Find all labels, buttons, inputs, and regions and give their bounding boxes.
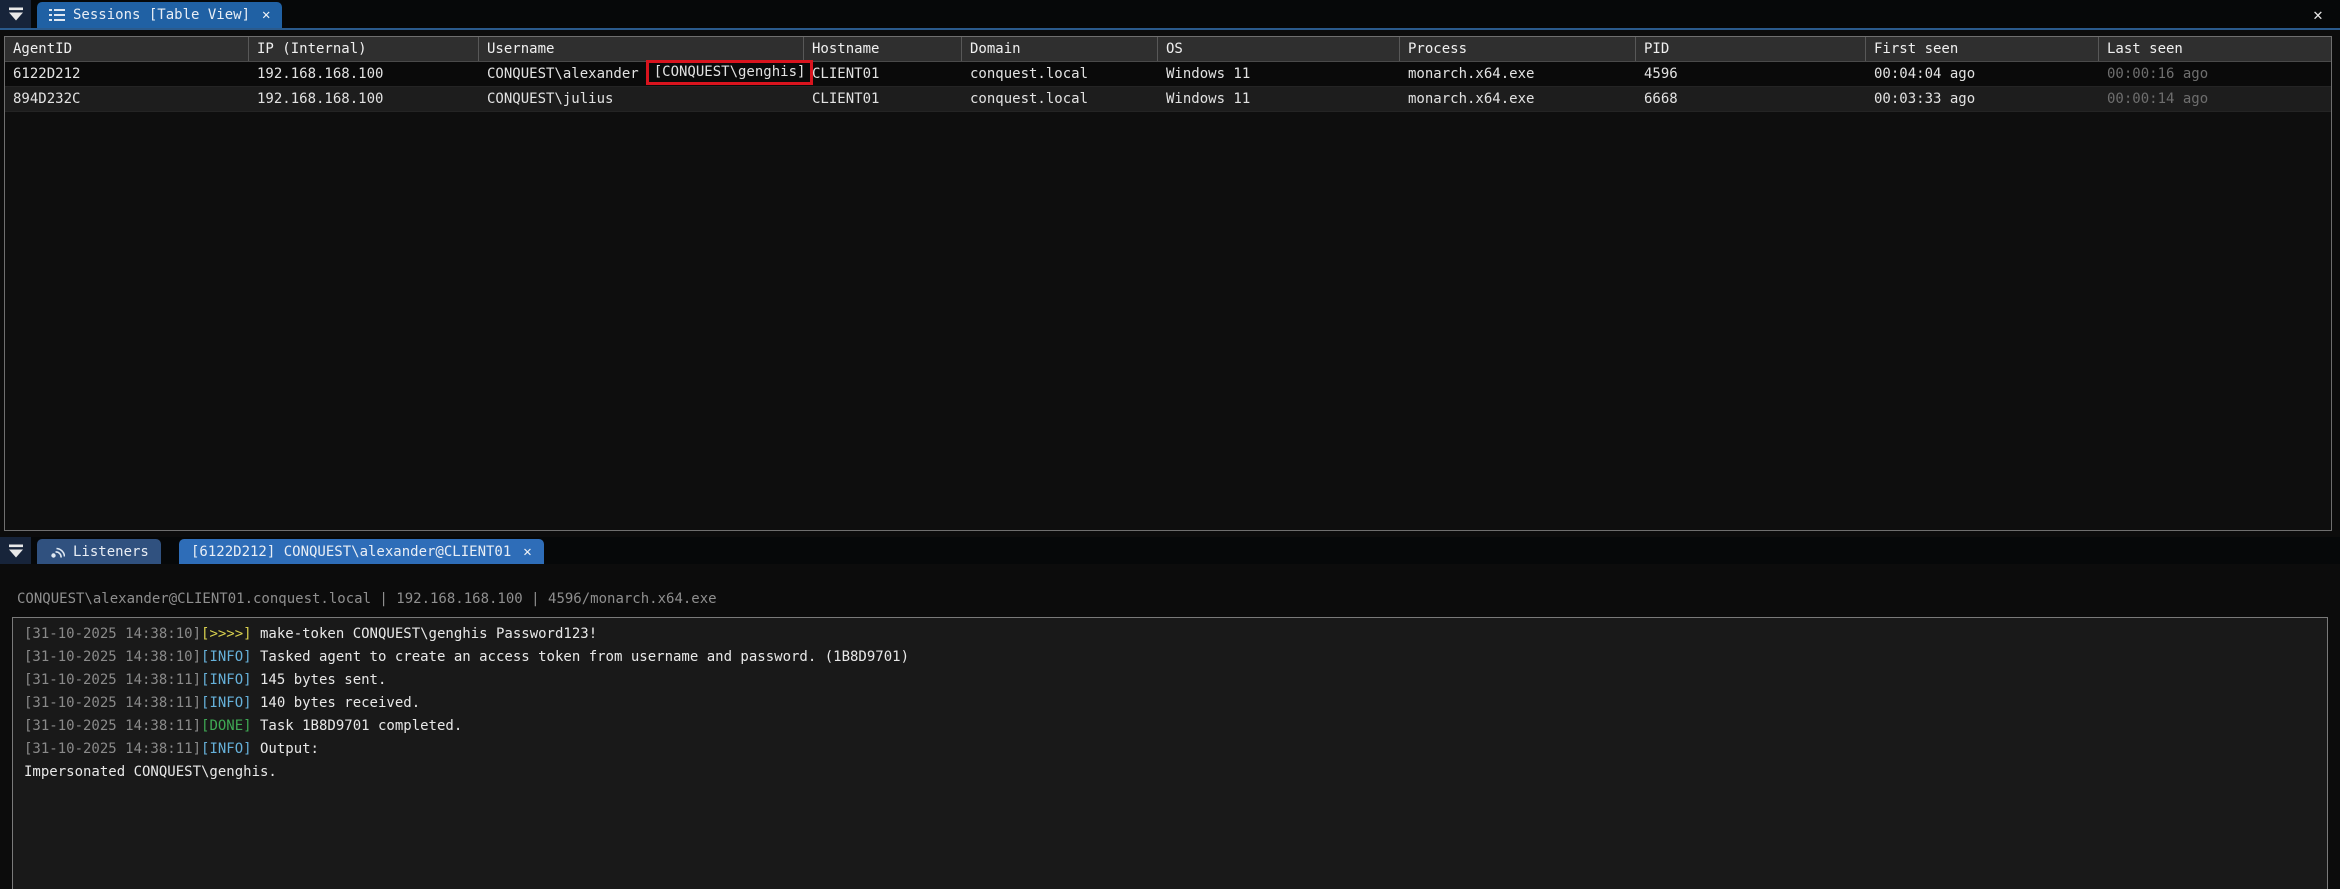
info-tag: [INFO] [201,672,252,688]
cell-process: monarch.x64.exe [1400,87,1636,111]
filter-icon [7,6,25,22]
tab-agent-console[interactable]: [6122D212] CONQUEST\alexander@CLIENT01 ✕ [179,539,544,564]
info-tag: [INFO] [201,741,252,757]
tab-sessions-label: Sessions [Table View] [73,7,250,23]
done-tag: [DONE] [201,718,252,734]
tab-agent-close-icon[interactable]: ✕ [523,544,531,560]
cell-first-seen: 00:03:33 ago [1866,87,2099,111]
cell-pid: 4596 [1636,62,1866,86]
info-tag: [INFO] [201,695,252,711]
cell-domain: conquest.local [962,62,1158,86]
cell-last-seen: 00:00:16 ago [2099,62,2331,86]
column-header-hostname[interactable]: Hostname [804,37,962,61]
column-header-ip[interactable]: IP (Internal) [249,37,479,61]
cell-last-seen: 00:00:14 ago [2099,87,2331,111]
column-header-agentid[interactable]: AgentID [5,37,249,61]
column-header-process[interactable]: Process [1400,37,1636,61]
cell-os: Windows 11 [1158,62,1400,86]
cell-username: CONQUEST\alexander[CONQUEST\genghis] [479,62,804,86]
console-line: [31-10-2025 14:38:11][INFO]140 bytes rec… [24,692,2327,715]
panel-close-icon[interactable]: ✕ [2307,3,2329,25]
cell-os: Windows 11 [1158,87,1400,111]
cell-domain: conquest.local [962,87,1158,111]
impersonation-highlight-box: [CONQUEST\genghis] [646,60,814,85]
filter-icon [7,543,25,559]
console-line: [31-10-2025 14:38:10][INFO]Tasked agent … [24,646,2327,669]
tab-sessions-table-view[interactable]: Sessions [Table View] ✕ [37,2,282,28]
console-line: [31-10-2025 14:38:10][>>>>]make-token CO… [24,623,2327,646]
list-icon [49,8,65,22]
sessions-tabbar: Sessions [Table View] ✕ ✕ [0,0,2340,28]
column-header-domain[interactable]: Domain [962,37,1158,61]
broadcast-antenna-icon [49,544,65,560]
tab-listeners[interactable]: Listeners [37,539,161,564]
column-header-username[interactable]: Username [479,37,804,61]
console-tabbar: Listeners [6122D212] CONQUEST\alexander@… [0,537,2340,564]
console-output-line: Impersonated CONQUEST\genghis. [24,761,2327,784]
username-text: CONQUEST\alexander [487,66,639,82]
cell-hostname: CLIENT01 [804,87,962,111]
column-header-last-seen[interactable]: Last seen [2099,37,2331,61]
cell-agent-id: 6122D212 [5,62,249,86]
sessions-table: AgentID IP (Internal) Username Hostname … [4,36,2332,531]
cell-agent-id: 894D232C [5,87,249,111]
column-header-pid[interactable]: PID [1636,37,1866,61]
console-line: [31-10-2025 14:38:11][INFO]Output: [24,738,2327,761]
cell-username: CONQUEST\julius [479,87,804,111]
cell-first-seen: 00:04:04 ago [1866,62,2099,86]
tabbar-accent-line [0,28,2340,30]
column-header-os[interactable]: OS [1158,37,1400,61]
column-header-first-seen[interactable]: First seen [1866,37,2099,61]
filter-button-bottom[interactable] [0,537,31,564]
filter-button-top[interactable] [0,0,31,28]
info-tag: [INFO] [201,649,252,665]
cell-ip: 192.168.168.100 [249,87,479,111]
cell-pid: 6668 [1636,87,1866,111]
agent-context-line: CONQUEST\alexander@CLIENT01.conquest.loc… [17,591,717,607]
session-row-894D232C[interactable]: 894D232C 192.168.168.100 CONQUEST\julius… [5,87,2331,112]
cell-process: monarch.x64.exe [1400,62,1636,86]
console-line: [31-10-2025 14:38:11][INFO]145 bytes sen… [24,669,2327,692]
cell-ip: 192.168.168.100 [249,62,479,86]
session-row-6122D212[interactable]: 6122D212 192.168.168.100 CONQUEST\alexan… [5,62,2331,87]
tab-listeners-label: Listeners [73,544,149,560]
command-tag: [>>>>] [201,626,252,642]
console-line: [31-10-2025 14:38:11][DONE]Task 1B8D9701… [24,715,2327,738]
console-output[interactable]: [31-10-2025 14:38:10][>>>>]make-token CO… [12,617,2328,889]
tab-sessions-close-icon[interactable]: ✕ [262,7,270,23]
sessions-table-header: AgentID IP (Internal) Username Hostname … [5,37,2331,62]
cell-hostname: CLIENT01 [804,62,962,86]
tab-agent-label: [6122D212] CONQUEST\alexander@CLIENT01 [191,544,511,560]
